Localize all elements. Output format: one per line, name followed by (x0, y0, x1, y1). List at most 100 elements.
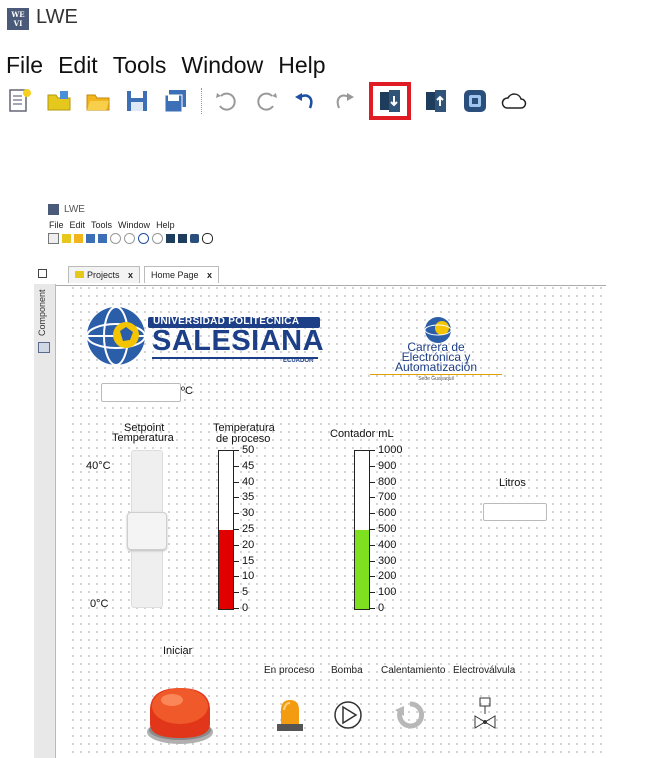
counter-gauge-tick-label: 800 (378, 475, 397, 488)
tab-home-page-close[interactable]: x (207, 270, 212, 280)
inner-download-icon[interactable] (166, 234, 175, 243)
counter-gauge-tick-label: 600 (378, 507, 397, 520)
temp-gauge-tick-label: 0 (242, 602, 249, 614)
counter-gauge-tick-label: 300 (378, 554, 397, 567)
temp-gauge-tick (234, 560, 239, 562)
menu-bar: File Edit Tools Window Help (6, 52, 326, 79)
save-all-icon[interactable] (162, 87, 190, 115)
inner-device-icon[interactable] (190, 234, 199, 243)
counter-gauge-tick (370, 481, 375, 483)
component-panel-label[interactable]: Component (37, 288, 47, 336)
inner-save-icon[interactable] (86, 234, 95, 243)
inner-cloud-icon[interactable] (202, 233, 213, 244)
tab-projects-close[interactable]: x (128, 270, 133, 280)
save-icon[interactable] (123, 87, 151, 115)
temp-gauge-tick-label: 35 (242, 491, 255, 504)
restore-window-icon[interactable] (38, 269, 47, 278)
device-icon[interactable] (461, 87, 489, 115)
temp-gauge-scale: 50 45 40 35 30 25 20 15 10 5 0 (234, 444, 274, 615)
undo-alt-icon[interactable] (291, 87, 319, 115)
inner-open-folder-icon[interactable] (62, 234, 71, 243)
temp-gauge-tick (234, 497, 239, 499)
tab-home-page[interactable]: Home Page x (144, 266, 220, 283)
counter-gauge-tick (370, 465, 375, 467)
component-sidebar (34, 284, 56, 758)
indicator-electrovalvula-label: Electroválvula (453, 665, 516, 676)
menu-edit[interactable]: Edit (58, 52, 98, 79)
counter-gauge-tick (370, 608, 375, 609)
cloud-icon[interactable] (500, 87, 528, 115)
redo-alt-icon[interactable] (330, 87, 358, 115)
counter-gauge-tick (370, 592, 375, 594)
new-file-icon[interactable] (6, 87, 34, 115)
counter-gauge-tick-label: 100 (378, 586, 397, 599)
counter-gauge-tick (370, 497, 375, 499)
start-button[interactable] (144, 680, 216, 746)
counter-gauge-tick-label: 400 (378, 538, 397, 551)
counter-gauge-fill (355, 530, 369, 609)
inner-undo-alt-icon[interactable] (138, 233, 149, 244)
temp-gauge-tick-label: 30 (242, 507, 255, 520)
download-button-highlight[interactable] (369, 82, 411, 120)
setpoint-min-label: 0°C (90, 598, 109, 610)
setpoint-slider-thumb[interactable] (127, 512, 167, 551)
tab-projects-label: Projects (87, 270, 120, 280)
component-panel-icon[interactable] (38, 342, 50, 353)
career-line3: Automatización (394, 360, 478, 374)
temp-gauge-tick (234, 529, 239, 530)
career-logo: Carrera de Electrónica y Automatización … (366, 316, 506, 386)
inner-toolbar (48, 233, 213, 244)
menu-tools[interactable]: Tools (113, 52, 167, 79)
redo-icon[interactable] (252, 87, 280, 115)
menu-window[interactable]: Window (181, 52, 263, 79)
temperature-unit: ºC (181, 385, 193, 397)
inner-menu-file[interactable]: File (49, 220, 64, 230)
counter-gauge-tick (370, 513, 375, 515)
temp-gauge-tick (234, 481, 239, 483)
counter-gauge-tick-label: 200 (378, 570, 397, 583)
undo-icon[interactable] (213, 87, 241, 115)
inner-app-title: LWE (64, 204, 85, 215)
inner-upload-icon[interactable] (178, 234, 187, 243)
inner-menu-tools[interactable]: Tools (91, 220, 112, 230)
counter-gauge-tick-label: 500 (378, 523, 397, 535)
inner-open-project-icon[interactable] (74, 234, 83, 243)
app-logo: WE VI (7, 8, 29, 30)
temp-gauge-tick-label: 20 (242, 538, 255, 551)
en-proceso-beacon-icon (276, 698, 304, 739)
indicator-calentamiento-label: Calentamiento (381, 665, 446, 676)
electrovalvula-icon (472, 696, 498, 737)
inner-undo-icon[interactable] (110, 233, 121, 244)
inner-new-file-icon[interactable] (48, 233, 59, 244)
temp-gauge-tick (234, 513, 239, 515)
inner-menu-window[interactable]: Window (118, 220, 150, 230)
menu-file[interactable]: File (6, 52, 43, 79)
counter-gauge-tick (370, 560, 375, 562)
counter-gauge-tick (370, 576, 375, 578)
temp-gauge-tick-label: 10 (242, 570, 255, 583)
open-project-icon[interactable] (84, 87, 112, 115)
temp-gauge-tick-label: 15 (242, 554, 255, 567)
calentamiento-icon (395, 700, 425, 735)
counter-gauge-tick (370, 450, 375, 451)
upload-icon[interactable] (422, 87, 450, 115)
counter-gauge-tick-label: 0 (378, 602, 385, 614)
inner-menu-edit[interactable]: Edit (70, 220, 86, 230)
inner-menu-help[interactable]: Help (156, 220, 175, 230)
inner-redo-icon[interactable] (124, 233, 135, 244)
temp-gauge-tick (234, 450, 239, 451)
tab-home-page-label: Home Page (151, 270, 199, 280)
menu-help[interactable]: Help (278, 52, 325, 79)
app-title: LWE (36, 6, 78, 28)
inner-app-logo (48, 204, 59, 215)
counter-gauge-scale: 1000 900 800 700 600 500 400 300 200 100 0 (370, 444, 420, 615)
temp-gauge-tick (234, 576, 239, 578)
toolbar-separator (201, 88, 203, 114)
inner-save-all-icon[interactable] (98, 234, 107, 243)
temp-gauge-tick-label: 5 (242, 586, 249, 599)
counter-gauge-tick-label: 900 (378, 459, 397, 472)
tab-projects[interactable]: Projects x (68, 266, 141, 283)
litros-display (483, 503, 547, 521)
open-folder-icon[interactable] (45, 87, 73, 115)
inner-redo-alt-icon[interactable] (152, 233, 163, 244)
